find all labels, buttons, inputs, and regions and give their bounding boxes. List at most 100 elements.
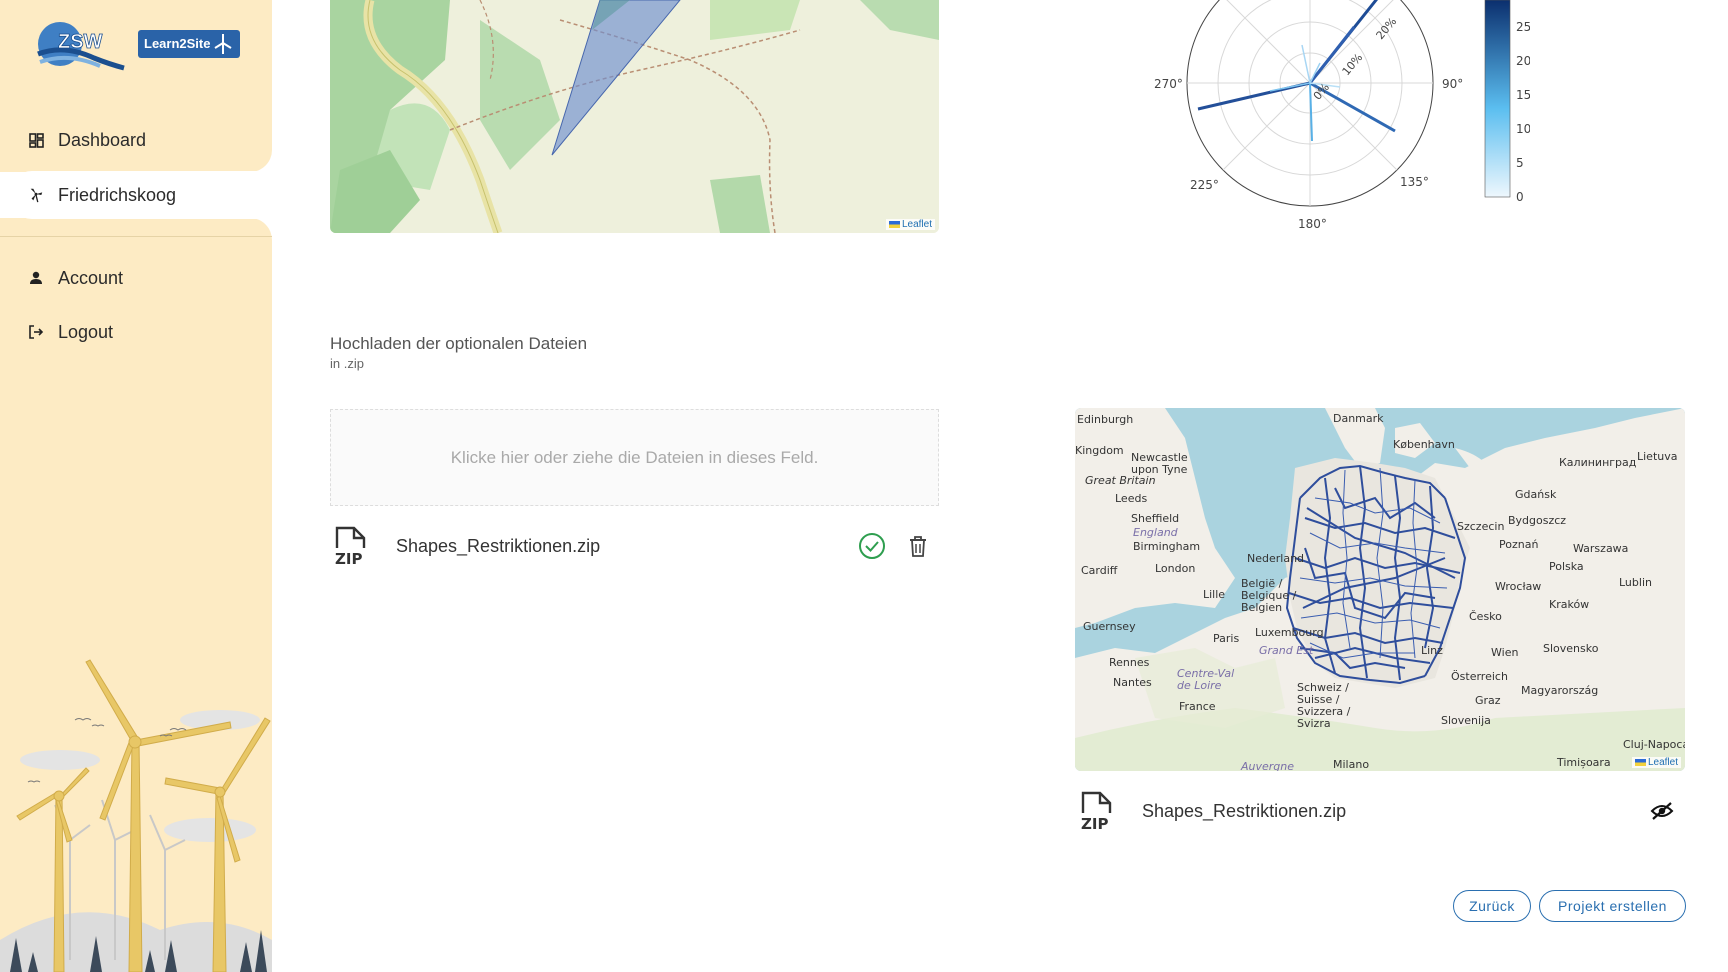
map-label-birmingham: Birmingham — [1133, 540, 1201, 553]
wind-rose-polar-area: 90° 135° 180° 225° 270° 0% 10% 20% — [1154, 0, 1463, 231]
logo-row: ZSW Learn2Site — [30, 16, 250, 76]
map-label-edinburgh: Edinburgh — [1077, 413, 1134, 426]
map-label-wien: Wien — [1491, 646, 1519, 659]
map-label-slovensko: Slovensko — [1543, 642, 1599, 655]
map-label-guernsey: Guernsey — [1083, 620, 1136, 633]
map-label-linz: Linz — [1421, 644, 1443, 657]
wind-turbine-icon — [214, 34, 232, 54]
leaflet-attribution[interactable]: Leaflet — [885, 219, 935, 230]
wind-rose-angle-label-270: 270° — [1154, 77, 1183, 91]
logout-icon — [28, 324, 44, 340]
map-label-warszawa: Warszawa — [1573, 542, 1629, 555]
ukraine-flag-icon — [1634, 758, 1646, 766]
learn2site-logo: Learn2Site — [138, 30, 240, 58]
colorbar-tick-20: 20 — [1516, 54, 1530, 68]
wind-rose-chart: 90° 135° 180° 225° 270° 0% 10% 20% 0 5 1… — [1154, 0, 1530, 231]
map-label-kaliningrad: Калининград — [1559, 456, 1637, 469]
colorbar-tick-25: 25 — [1516, 20, 1530, 34]
wind-rose-radial-label-20: 20% — [1374, 15, 1400, 42]
map-label-auvergne: Auvergne — [1241, 760, 1295, 771]
back-button[interactable]: Zurück — [1453, 890, 1531, 922]
map-label-magyarorszag: Magyarország — [1521, 684, 1599, 697]
map-label-lille: Lille — [1203, 588, 1226, 601]
zip-file-icon-label: ZIP — [1081, 815, 1108, 831]
map-label-kobenhavn: København — [1393, 438, 1455, 451]
map-label-centre: Centre-Val de Loire — [1177, 667, 1235, 692]
nav-project-friedrichskoog[interactable]: Friedrichskoog — [10, 171, 272, 219]
map-label-poznan: Poznań — [1499, 538, 1539, 551]
create-project-button[interactable]: Projekt erstellen — [1539, 890, 1686, 922]
svg-text:ZSW: ZSW — [58, 31, 103, 53]
map-label-kingdom: Kingdom — [1075, 444, 1124, 457]
app-root: ZSW Learn2Site Dashboard Friedrichskoog … — [0, 0, 1728, 972]
map-label-krakow: Kraków — [1549, 598, 1590, 611]
preview-file-name: Shapes_Restriktionen.zip — [1142, 800, 1347, 821]
map-label-lietuva: Lietuva — [1637, 450, 1678, 463]
map-label-polska: Polska — [1549, 560, 1584, 573]
map-label-osterreich: Österreich — [1451, 670, 1508, 683]
map-label-nederland: Nederland — [1247, 552, 1305, 565]
colorbar-tick-0: 0 — [1516, 190, 1524, 204]
map-label-rennes: Rennes — [1109, 656, 1150, 669]
map-label-nantes: Nantes — [1113, 676, 1152, 689]
ukraine-flag-icon — [888, 220, 900, 228]
upload-section-subtitle: in .zip — [330, 356, 364, 371]
site-map[interactable]: Leaflet — [330, 0, 939, 233]
map-label-szczecin: Szczecin — [1457, 520, 1505, 533]
sidebar: ZSW Learn2Site Dashboard Friedrichskoog … — [0, 0, 272, 972]
map-label-leeds: Leeds — [1115, 492, 1148, 505]
restriction-preview-map[interactable]: Edinburgh Danmark København Калининград … — [1075, 408, 1685, 771]
colorbar-tick-10: 10 — [1516, 122, 1530, 136]
dropzone-text: Klicke hier oder ziehe die Dateien in di… — [450, 447, 819, 467]
map-label-france: France — [1179, 700, 1216, 713]
colorbar-tick-5: 5 — [1516, 156, 1524, 170]
map-label-england: England — [1133, 526, 1178, 539]
colorbar-tick-15: 15 — [1516, 88, 1530, 102]
nav-dashboard[interactable]: Dashboard — [0, 116, 272, 164]
map-label-bydgoszcz: Bydgoszcz — [1508, 514, 1567, 527]
map-label-schweiz: Schweiz / Suisse / Svizzera / Svizra — [1297, 681, 1351, 730]
upload-section-title: Hochladen der optionalen Dateien — [330, 334, 588, 353]
wind-rose-angle-label-90: 90° — [1442, 77, 1463, 91]
zsw-logo: ZSW — [37, 22, 125, 71]
wind-rose-bar-wnw — [1269, 82, 1311, 92]
zip-file-icon: ZIP — [334, 526, 370, 568]
preview-file-row: ZIP Shapes_Restriktionen.zip — [1080, 791, 1680, 833]
nav-account[interactable]: Account — [0, 254, 272, 302]
wind-turbine-icon — [28, 187, 44, 203]
map-label-paris: Paris — [1213, 632, 1240, 645]
map-label-belgique: België / Belgique / Belgien — [1241, 577, 1297, 614]
leaflet-attribution-text: Leaflet — [901, 219, 932, 230]
map-label-cluj: Cluj-Napoca — [1623, 738, 1685, 751]
toggle-visibility-eye-off-icon[interactable] — [1650, 801, 1674, 821]
map-label-gdansk: Gdańsk — [1515, 488, 1557, 501]
uploaded-file-name: Shapes_Restriktionen.zip — [396, 535, 601, 556]
map-label-milano: Milano — [1333, 758, 1370, 771]
delete-file-trash-icon[interactable] — [908, 535, 928, 557]
dashboard-icon — [28, 132, 44, 148]
map-label-timisoara: Timișoara — [1557, 756, 1611, 769]
nav-account-label: Account — [58, 267, 124, 288]
nav-logout[interactable]: Logout — [0, 308, 272, 356]
upload-success-check-icon — [859, 533, 885, 559]
map-label-wroclaw: Wrocław — [1495, 580, 1542, 593]
wind-rose-angle-label-135: 135° — [1400, 175, 1429, 189]
site-map-tiles — [330, 0, 939, 233]
wind-rose-radial-label-10: 10% — [1340, 51, 1366, 78]
map-label-slovenija: Slovenija — [1441, 714, 1491, 727]
map-label-grand-est: Grand Est — [1259, 644, 1314, 657]
map-label-london: London — [1155, 562, 1196, 575]
map-label-sheffield: Sheffield — [1131, 512, 1180, 525]
file-dropzone[interactable]: Klicke hier oder ziehe die Dateien in di… — [330, 409, 939, 506]
wind-rose-colorbar — [1484, 0, 1511, 198]
map-label-newcastle: Newcastle upon Tyne — [1131, 451, 1188, 476]
learn2site-logo-text: Learn2Site — [144, 36, 211, 51]
nav-logout-label: Logout — [58, 321, 114, 342]
nav-dashboard-label: Dashboard — [58, 129, 147, 150]
zip-file-icon: ZIP — [1080, 791, 1116, 833]
map-label-lublin: Lublin — [1619, 576, 1652, 589]
sidebar-divider — [0, 236, 272, 237]
preview-leaflet-attribution-text: Leaflet — [1647, 757, 1678, 768]
preview-leaflet-attribution[interactable]: Leaflet — [1631, 757, 1681, 768]
wind-rose-angle-label-225: 225° — [1190, 178, 1219, 192]
